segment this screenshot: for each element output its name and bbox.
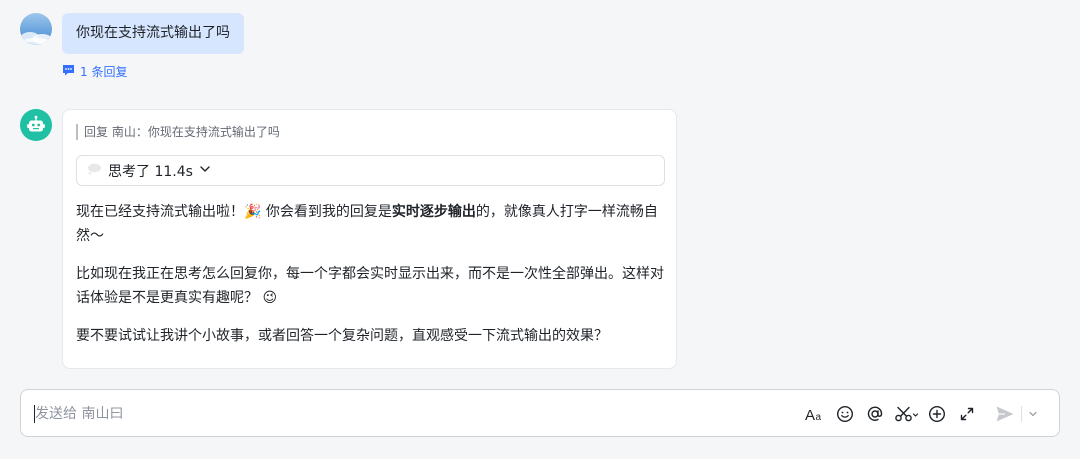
- bot-message-body: 现在已经支持流式输出啦！🎉 你会看到我的回复是实时逐步输出的，就像真人打字一样流…: [76, 200, 666, 348]
- p1-bold-text: 实时逐步输出: [391, 204, 476, 220]
- party-popper-emoji: 🎉: [244, 204, 262, 220]
- emoji-icon[interactable]: [833, 402, 857, 426]
- message-composer: A a: [20, 389, 1060, 437]
- reply-count-link[interactable]: 1 条回复: [62, 62, 127, 80]
- p1-text-start: 现在已经支持流式输出啦！: [76, 204, 244, 220]
- svg-text:A: A: [805, 407, 815, 422]
- thinking-toggle[interactable]: 思考了 11.4s: [76, 155, 665, 186]
- paragraph-2: 比如现在我正在思考怎么回复你，每一个字都会实时显示出来，而不是一次性全部弹出。这…: [76, 262, 666, 310]
- user-message-bubble[interactable]: 你现在支持流式输出了吗: [62, 13, 244, 54]
- text-format-icon[interactable]: A a: [803, 402, 827, 426]
- toolbar-divider: [1021, 406, 1022, 422]
- p2-text: 比如现在我正在思考怎么回复你，每一个字都会实时显示出来，而不是一次性全部弹出。这…: [76, 266, 664, 306]
- send-options-chevron-icon[interactable]: [1026, 402, 1040, 426]
- wink-emoji: 😉: [262, 290, 278, 306]
- thinking-label: 思考了 11.4s: [108, 163, 193, 180]
- chevron-down-icon: [199, 163, 211, 179]
- bot-avatar[interactable]: [20, 109, 52, 141]
- bot-message-card: 回复 南山：你现在支持流式输出了吗 思考了 11.4s 现在已经支持流式输出啦！…: [62, 109, 677, 369]
- user-message-text: 你现在支持流式输出了吗: [76, 25, 230, 41]
- thought-bubble-icon: [87, 163, 102, 179]
- send-icon[interactable]: [993, 402, 1017, 426]
- comment-icon: [62, 64, 75, 79]
- reply-quote: 回复 南山：你现在支持流式输出了吗: [76, 124, 280, 140]
- paragraph-1: 现在已经支持流式输出啦！🎉 你会看到我的回复是实时逐步输出的，就像真人打字一样流…: [76, 200, 666, 248]
- at-mention-icon[interactable]: [863, 402, 887, 426]
- robot-icon: [27, 115, 45, 132]
- user-avatar[interactable]: [20, 13, 52, 45]
- reply-count-label: 1 条回复: [80, 64, 128, 79]
- svg-text:a: a: [816, 412, 822, 422]
- scissors-icon[interactable]: [893, 402, 921, 426]
- expand-icon[interactable]: [955, 402, 979, 426]
- chat-view: 你现在支持流式输出了吗 1 条回复 回复 南山：你现在支持流式输出了吗 思考了 …: [0, 0, 1080, 459]
- sky-avatar-image: [21, 32, 52, 45]
- p1-text-mid: 你会看到我的回复是: [261, 204, 392, 220]
- composer-toolbar: A a: [803, 402, 1040, 426]
- plus-circle-icon[interactable]: [925, 402, 949, 426]
- message-input[interactable]: [35, 403, 735, 425]
- paragraph-3: 要不要试试让我讲个小故事，或者回答一个复杂问题，直观感受一下流式输出的效果？: [76, 328, 608, 344]
